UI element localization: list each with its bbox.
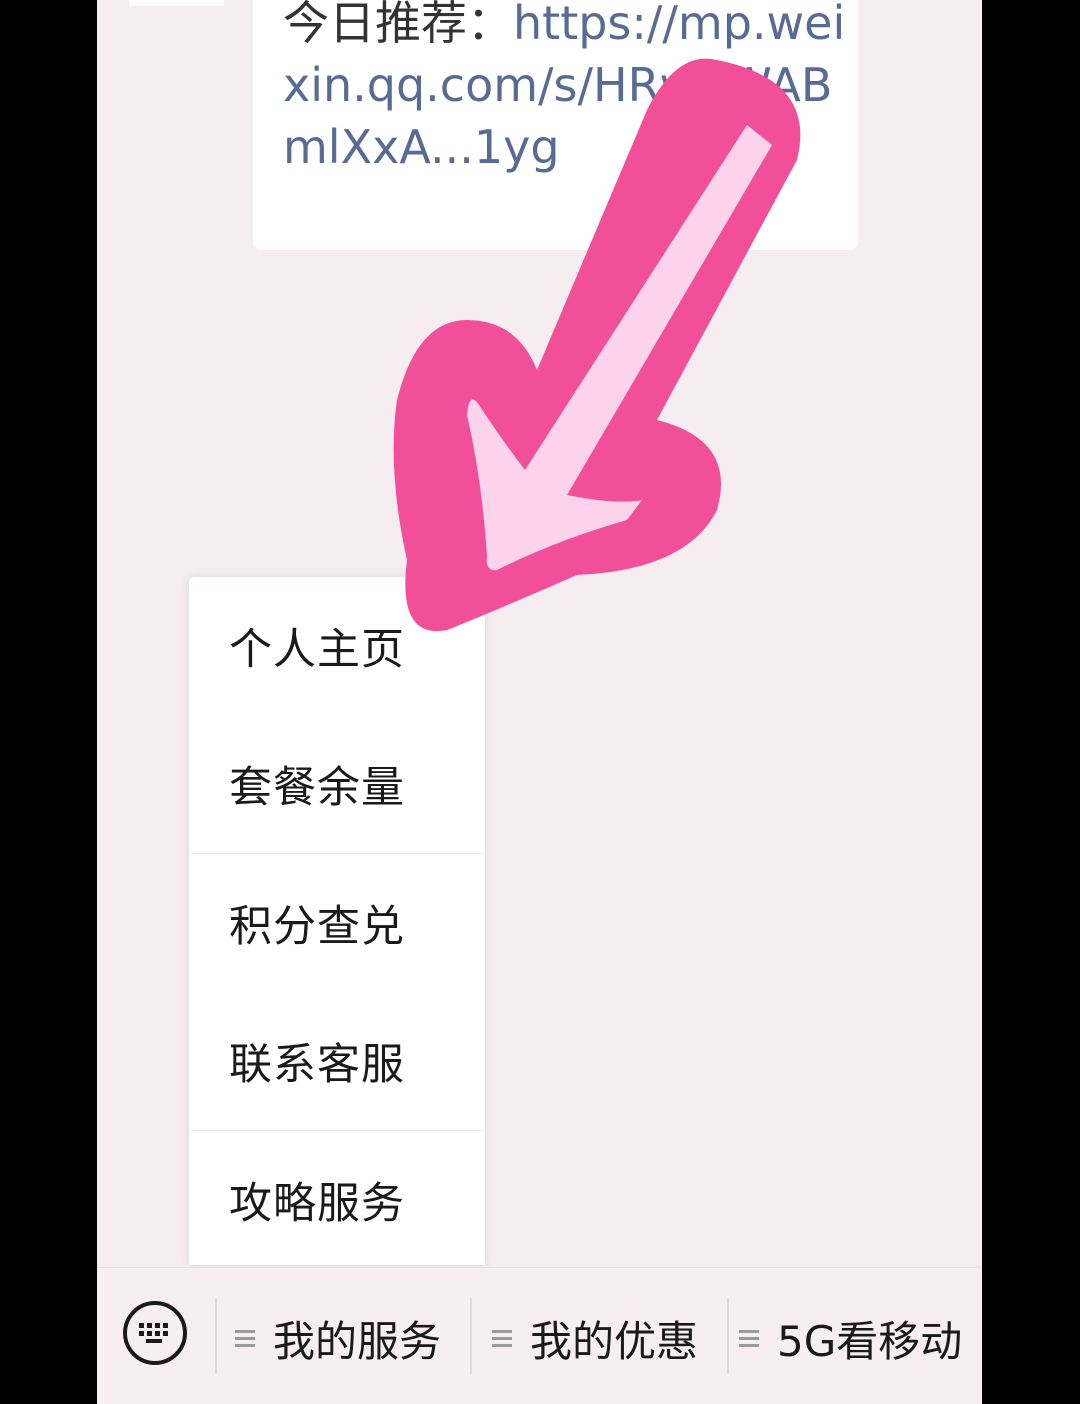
- menu-item-points[interactable]: 积分查兑: [189, 854, 485, 992]
- tab-separator: [215, 1298, 217, 1374]
- tab-label: 我的服务: [273, 1316, 442, 1366]
- menu-item-guide-service[interactable]: 攻略服务: [189, 1131, 485, 1269]
- menu-item-profile[interactable]: 个人主页: [189, 577, 485, 715]
- chat-screen: 今日推荐：https://mp.weixin.qq.com/s/HRwgWABm…: [97, 0, 982, 1404]
- tab-label: 我的优惠: [530, 1316, 699, 1366]
- menu-item-label: 攻略服务: [229, 1179, 405, 1229]
- message-bubble[interactable]: 今日推荐：https://mp.weixin.qq.com/s/HRwgWABm…: [253, 0, 858, 250]
- menu-item-label: 积分查兑: [229, 902, 405, 952]
- message-text: 今日推荐：https://mp.weixin.qq.com/s/HRwgWABm…: [283, 0, 848, 178]
- menu-lines-icon: [492, 1326, 512, 1351]
- tab-separator: [470, 1298, 472, 1374]
- keyboard-toggle-button[interactable]: [123, 1301, 187, 1365]
- service-menu-popup: 个人主页 套餐余量 积分查兑 联系客服 攻略服务: [189, 577, 485, 1265]
- keyboard-icon: [139, 1323, 168, 1343]
- tab-label: 5G看移动: [777, 1316, 963, 1366]
- bottom-menu-bar: 我的服务 我的优惠 5G看移动: [97, 1267, 982, 1404]
- menu-item-label: 个人主页: [229, 625, 405, 675]
- menu-item-label: 联系客服: [229, 1040, 405, 1090]
- message-prefix: 今日推荐：: [283, 0, 513, 50]
- menu-item-label: 套餐余量: [229, 763, 405, 813]
- menu-item-customer-service[interactable]: 联系客服: [189, 992, 485, 1130]
- tab-separator: [727, 1298, 729, 1374]
- avatar: [129, 0, 224, 6]
- menu-lines-icon: [739, 1326, 759, 1351]
- menu-item-plan-balance[interactable]: 套餐余量: [189, 715, 485, 853]
- tab-my-offers[interactable]: 我的优惠: [492, 1298, 698, 1378]
- tab-5g-mobile[interactable]: 5G看移动: [739, 1298, 962, 1378]
- tab-my-services[interactable]: 我的服务: [235, 1298, 441, 1378]
- menu-lines-icon: [235, 1326, 255, 1351]
